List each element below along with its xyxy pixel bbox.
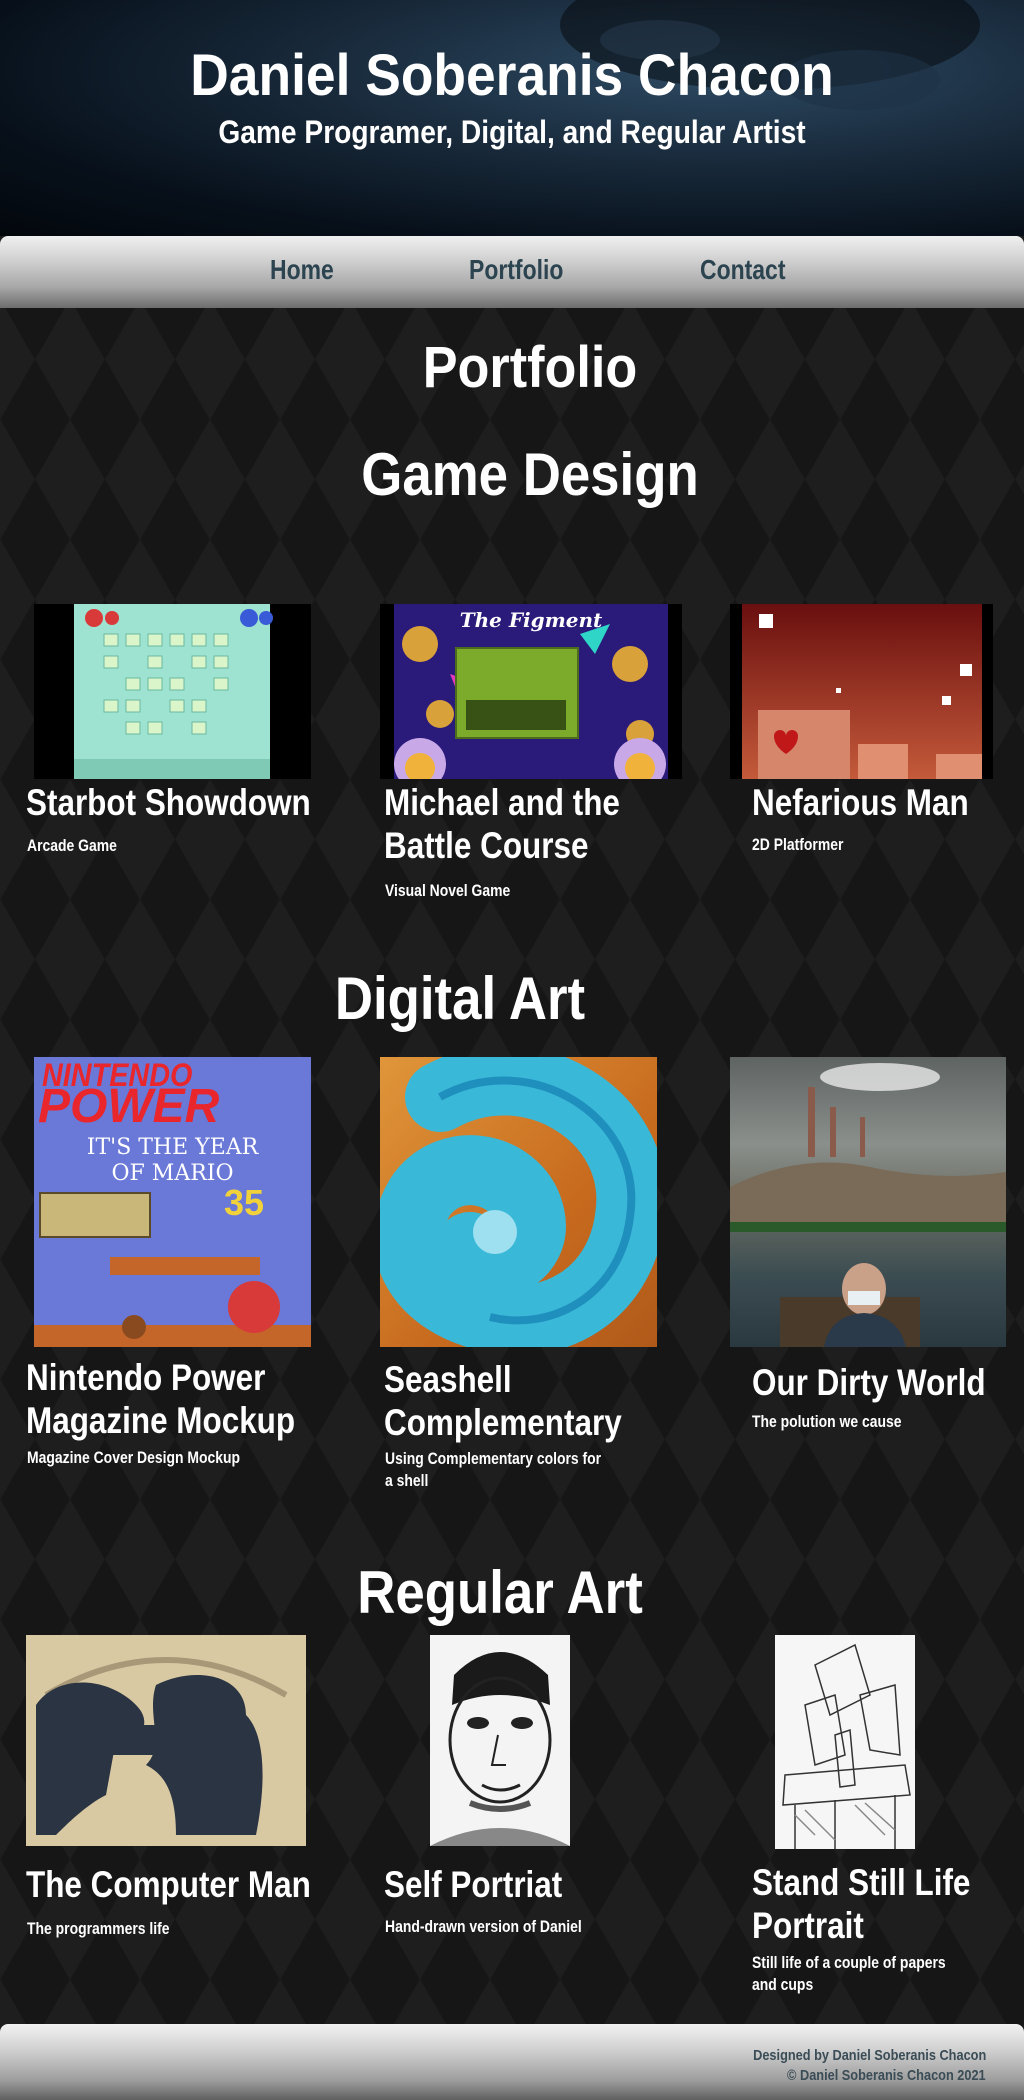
card-title[interactable]: Self Portriat <box>384 1864 562 1906</box>
still-life-thumbnail[interactable] <box>775 1635 915 1849</box>
card-subtitle-line2: a shell <box>385 1471 429 1490</box>
card-title-line2[interactable]: Battle Course <box>384 825 588 867</box>
card-title-line2[interactable]: Portrait <box>752 1905 864 1947</box>
regular-art-heading: Regular Art <box>357 1559 643 1626</box>
card-subtitle: The polution we cause <box>752 1412 902 1431</box>
seashell-image <box>380 1057 657 1347</box>
site-title: Daniel Soberanis Chacon <box>190 43 834 108</box>
nav-home-link[interactable]: Home <box>270 254 334 286</box>
card-subtitle: Visual Novel Game <box>385 881 511 900</box>
page-title: Portfolio <box>422 335 638 400</box>
self-portrait-thumbnail[interactable] <box>430 1635 570 1846</box>
card-subtitle: The programmers life <box>27 1919 170 1938</box>
our-dirty-world-image <box>730 1063 1006 1347</box>
card-title-line2[interactable]: Complementary <box>384 1402 622 1444</box>
card-title-line1[interactable]: Seashell <box>384 1359 512 1401</box>
card-title[interactable]: Nefarious Man <box>752 782 969 824</box>
computer-man-thumbnail[interactable] <box>26 1635 306 1846</box>
digital-art-heading: Digital Art <box>334 965 586 1032</box>
footer-copyright: © Daniel Soberanis Chacon 2021 <box>787 2067 986 2084</box>
card-subtitle-line1: Using Complementary colors for <box>385 1449 602 1468</box>
footer-designed-by: Designed by Daniel Soberanis Chacon <box>752 2047 986 2064</box>
computer-man-image <box>36 1657 288 1835</box>
card-subtitle-line2: and cups <box>752 1975 814 1994</box>
still-life-image <box>782 1643 911 1849</box>
card-subtitle: 2D Platformer <box>752 835 844 854</box>
seashell-thumbnail[interactable] <box>380 1057 657 1347</box>
nintendo-power-cover-art <box>34 1192 311 1347</box>
nefarious-man-image <box>742 604 982 779</box>
starbot-showdown-thumbnail[interactable] <box>34 604 311 779</box>
card-title-line2[interactable]: Magazine Mockup <box>26 1400 295 1442</box>
nav-contact-link[interactable]: Contact <box>700 254 785 286</box>
card-title[interactable]: Our Dirty World <box>752 1362 986 1404</box>
site-header: Daniel Soberanis Chacon Game Programer, … <box>0 0 1024 236</box>
nav-portfolio-link[interactable]: Portfolio <box>469 254 563 286</box>
our-dirty-world-thumbnail[interactable] <box>730 1057 1006 1347</box>
card-title-line1[interactable]: Michael and the <box>384 782 620 824</box>
card-subtitle: Magazine Cover Design Mockup <box>27 1448 241 1467</box>
card-title[interactable]: The Computer Man <box>26 1864 311 1906</box>
site-subtitle: Game Programer, Digital, and Regular Art… <box>218 114 806 150</box>
site-footer: Designed by Daniel Soberanis Chacon © Da… <box>0 2024 1024 2100</box>
card-title-line1[interactable]: Stand Still Life <box>752 1862 970 1904</box>
card-title-line1[interactable]: Nintendo Power <box>26 1357 265 1399</box>
game-design-heading: Game Design <box>361 441 699 508</box>
main-nav: Home Portfolio Contact <box>0 236 1024 308</box>
starbot-showdown-image <box>74 604 273 779</box>
card-subtitle: Arcade Game <box>27 836 117 855</box>
card-subtitle: Hand-drawn version of Daniel <box>385 1917 582 1936</box>
figment-logo-text: The Figment <box>459 608 603 632</box>
nefarious-man-thumbnail[interactable] <box>730 604 993 779</box>
michael-battle-course-thumbnail[interactable]: The Figment <box>380 604 682 779</box>
self-portrait-image <box>430 1652 570 1846</box>
nintendo-power-thumbnail[interactable]: NINTENDO POWER IT'S THE YEAR OF MARIO 35 <box>34 1057 311 1347</box>
card-subtitle-line1: Still life of a couple of papers <box>752 1953 946 1972</box>
card-title[interactable]: Starbot Showdown <box>26 782 311 824</box>
